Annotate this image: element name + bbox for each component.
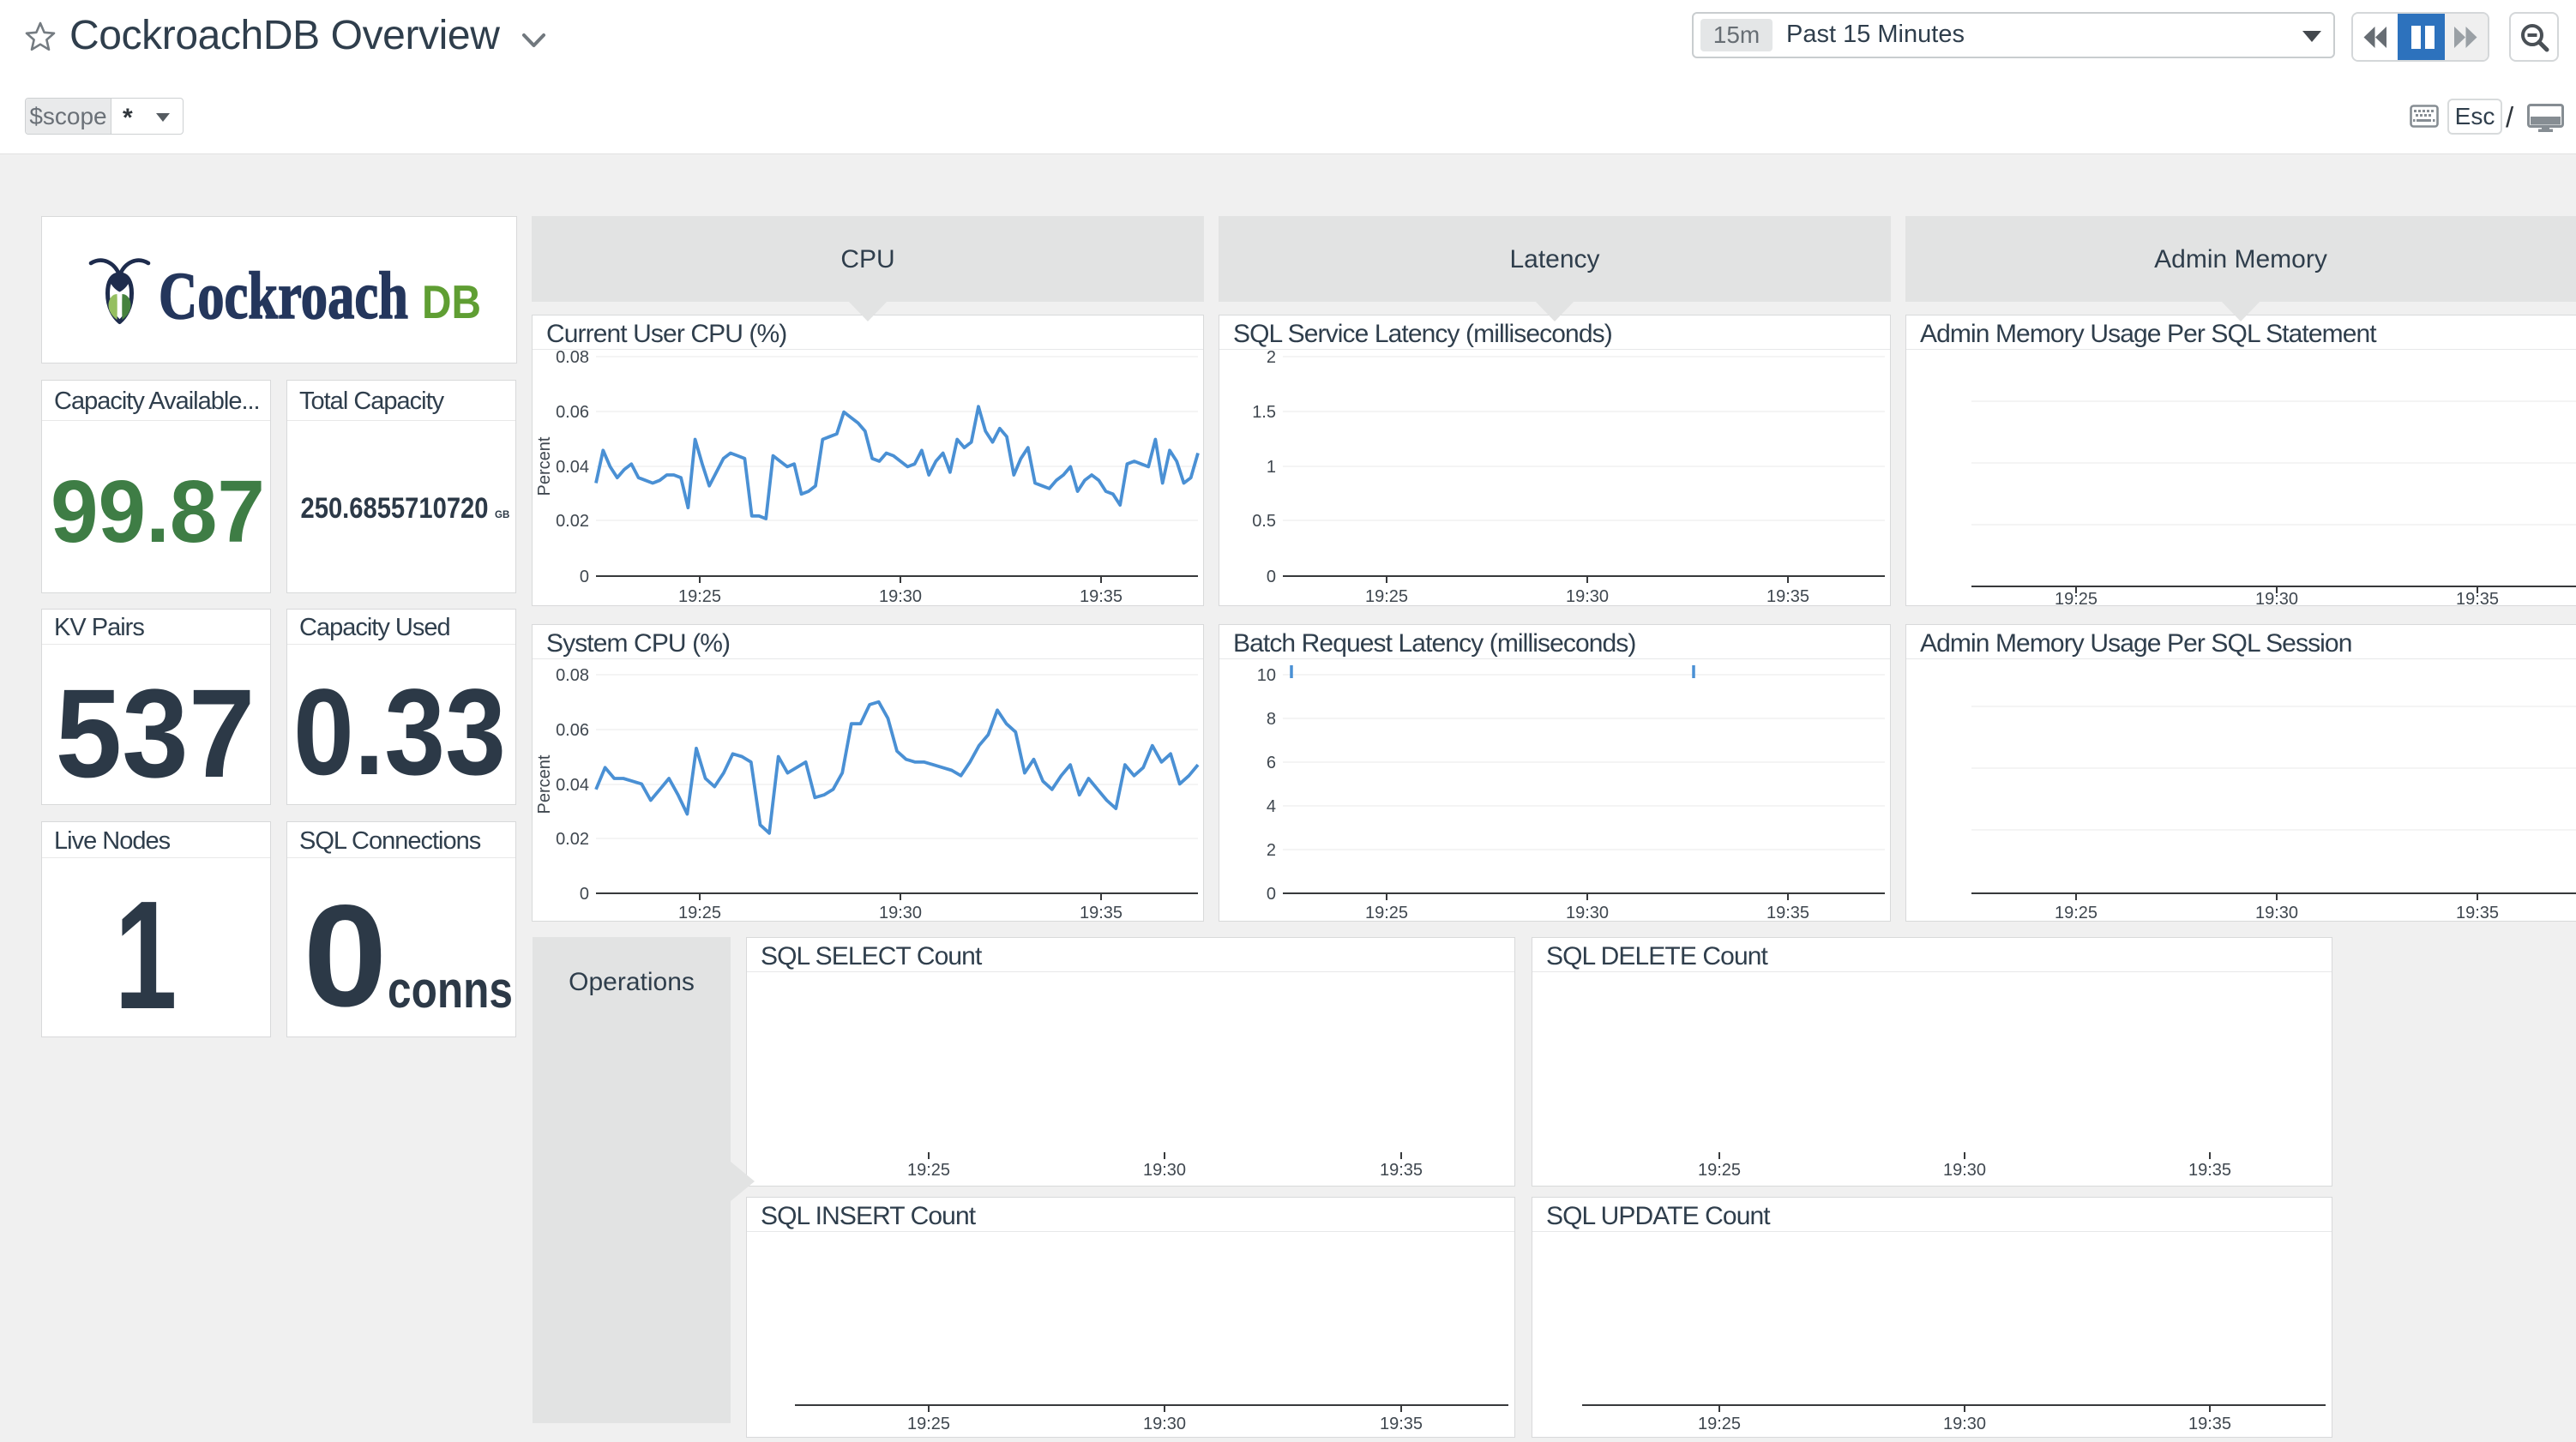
svg-text:0: 0: [1267, 568, 1276, 586]
svg-text:6: 6: [1267, 754, 1276, 772]
svg-text:0: 0: [580, 885, 589, 904]
svg-text:conns: conns: [388, 961, 513, 1018]
svg-text:19:25: 19:25: [678, 587, 721, 605]
svg-text:19:25: 19:25: [1698, 1161, 1741, 1180]
svg-text:0.04: 0.04: [556, 458, 589, 477]
svg-text:19:25: 19:25: [1365, 587, 1408, 605]
svg-text:0.08: 0.08: [556, 666, 589, 685]
svg-text:0.06: 0.06: [556, 721, 589, 740]
svg-text:19:35: 19:35: [1080, 904, 1122, 921]
svg-text:19:35: 19:35: [1380, 1161, 1423, 1180]
svg-text:10: 10: [1257, 666, 1276, 685]
svg-text:0.06: 0.06: [556, 403, 589, 422]
svg-text:0: 0: [304, 874, 388, 1036]
svg-text:GB: GB: [495, 510, 509, 520]
svg-text:537: 537: [56, 664, 256, 804]
svg-text:19:35: 19:35: [1080, 587, 1122, 605]
svg-text:DB: DB: [422, 275, 481, 328]
svg-text:19:25: 19:25: [2055, 904, 2098, 921]
svg-text:0.02: 0.02: [556, 512, 589, 531]
svg-text:0.33: 0.33: [293, 664, 506, 801]
svg-text:0: 0: [1267, 885, 1276, 904]
svg-text:0.04: 0.04: [556, 776, 589, 795]
svg-text:19:35: 19:35: [2456, 904, 2499, 921]
svg-text:Percent: Percent: [535, 436, 554, 496]
svg-text:8: 8: [1267, 710, 1276, 729]
svg-text:19:25: 19:25: [1698, 1415, 1741, 1433]
svg-text:0: 0: [580, 568, 589, 586]
svg-text:19:25: 19:25: [678, 904, 721, 921]
svg-text:19:35: 19:35: [2456, 590, 2499, 605]
svg-text:19:35: 19:35: [1766, 904, 1809, 921]
svg-text:19:30: 19:30: [879, 904, 922, 921]
svg-text:19:35: 19:35: [1766, 587, 1809, 605]
svg-text:19:30: 19:30: [1566, 904, 1609, 921]
svg-text:19:35: 19:35: [1380, 1415, 1423, 1433]
svg-text:1.5: 1.5: [1252, 403, 1276, 422]
svg-text:99.87: 99.87: [51, 462, 265, 561]
svg-text:0.08: 0.08: [556, 348, 589, 367]
svg-text:19:30: 19:30: [1143, 1415, 1186, 1433]
svg-text:Percent: Percent: [535, 754, 554, 814]
svg-text:19:30: 19:30: [2255, 590, 2298, 605]
svg-text:19:35: 19:35: [2188, 1161, 2231, 1180]
svg-text:4: 4: [1267, 797, 1276, 816]
svg-text:19:30: 19:30: [879, 587, 922, 605]
svg-text:19:25: 19:25: [907, 1415, 950, 1433]
svg-text:Cockroach: Cockroach: [159, 258, 408, 333]
svg-text:19:30: 19:30: [1943, 1161, 1986, 1180]
svg-text:2: 2: [1267, 841, 1276, 860]
svg-text:19:25: 19:25: [1365, 904, 1408, 921]
svg-text:250.6855710720: 250.6855710720: [301, 492, 489, 525]
svg-text:2: 2: [1267, 348, 1276, 367]
svg-text:19:25: 19:25: [907, 1161, 950, 1180]
svg-text:19:30: 19:30: [1943, 1415, 1986, 1433]
svg-text:19:25: 19:25: [2055, 590, 2098, 605]
svg-text:19:30: 19:30: [2255, 904, 2298, 921]
svg-text:19:30: 19:30: [1143, 1161, 1186, 1180]
svg-text:0.02: 0.02: [556, 830, 589, 849]
svg-text:19:30: 19:30: [1566, 587, 1609, 605]
svg-text:1: 1: [115, 869, 178, 1036]
svg-text:1: 1: [1267, 458, 1276, 477]
svg-text:0.5: 0.5: [1252, 512, 1276, 531]
svg-text:19:35: 19:35: [2188, 1415, 2231, 1433]
